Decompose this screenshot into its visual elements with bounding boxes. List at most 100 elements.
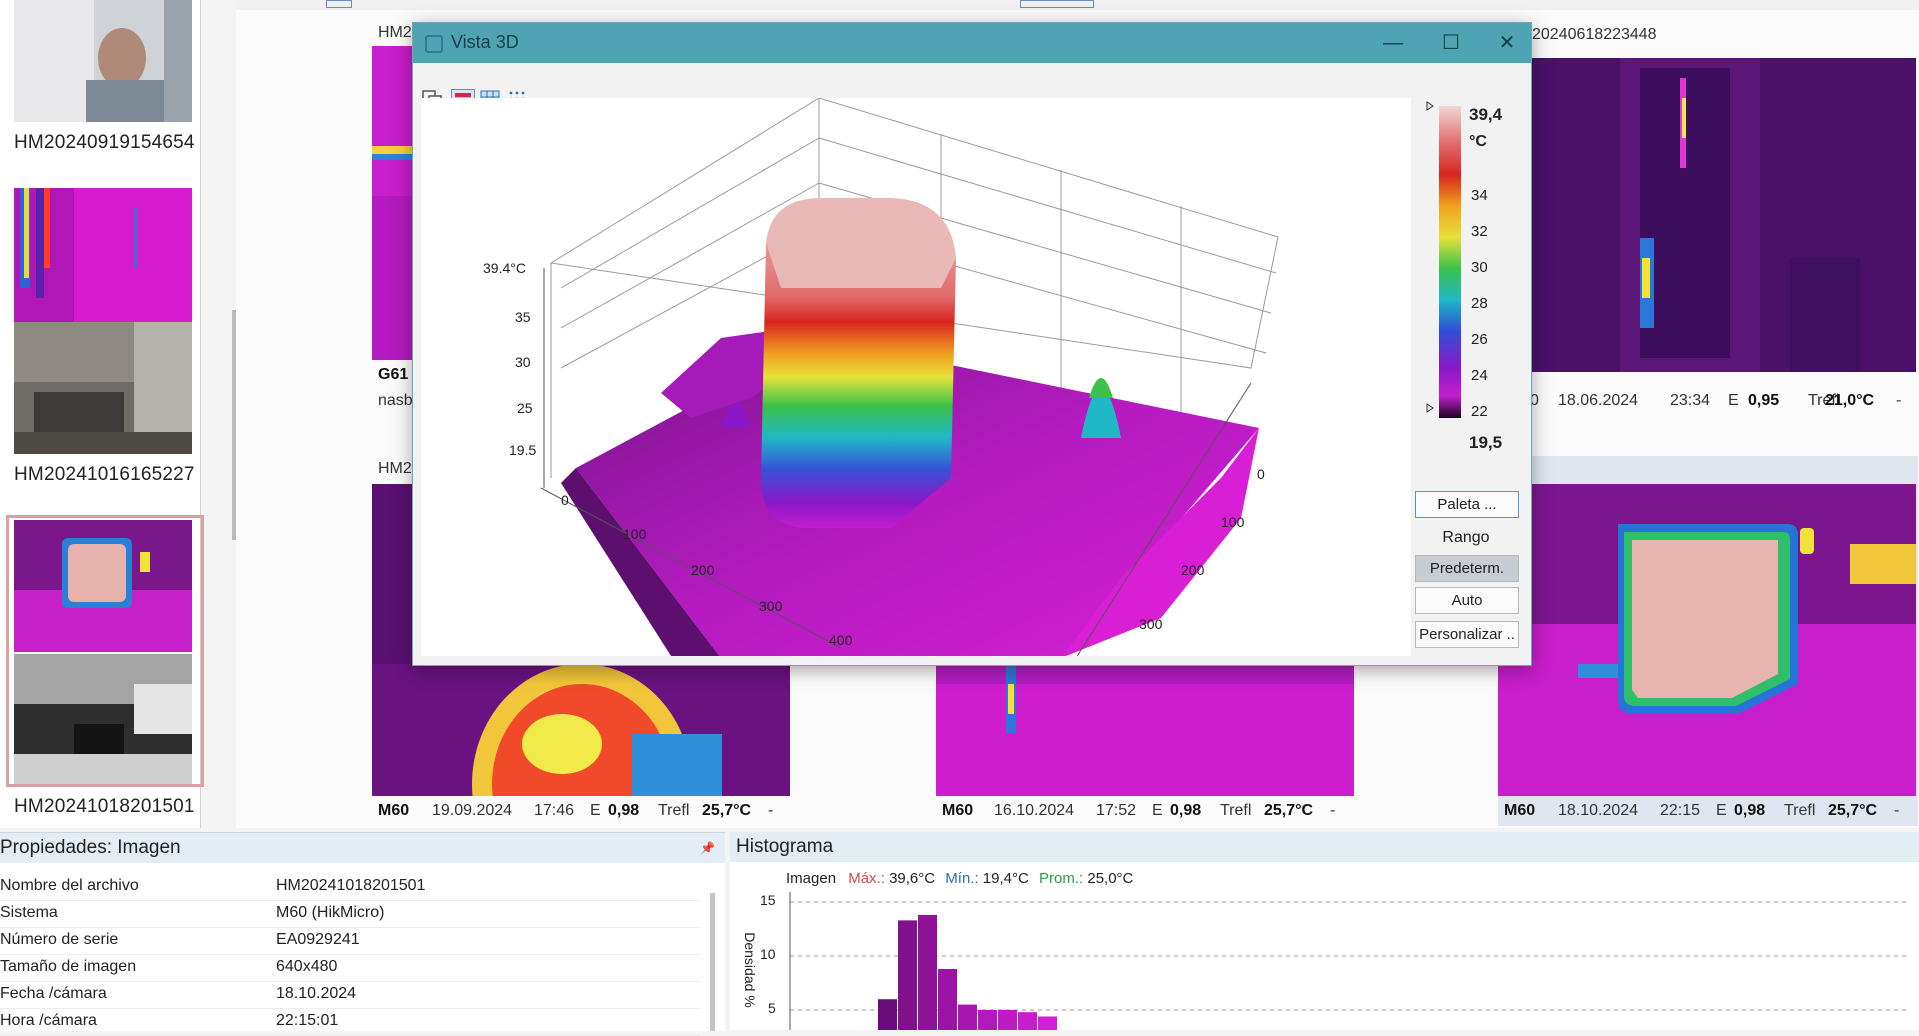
minimize-button[interactable]: — bbox=[1373, 28, 1413, 58]
custom-range-button[interactable]: Personalizar .. bbox=[1415, 621, 1519, 648]
property-row: Sistema M60 (HikMicro) bbox=[0, 900, 700, 928]
gallery-tile-2-dash: - bbox=[1896, 392, 1902, 409]
histogram-min-value: 19,4°C bbox=[982, 870, 1029, 887]
gallery-tile-7-tref-label: Trefl bbox=[1784, 802, 1816, 819]
gallery-tile-1-device: G61 bbox=[378, 366, 409, 383]
gallery-tile-7[interactable] bbox=[1498, 484, 1916, 796]
property-key: Fecha /cámara bbox=[0, 985, 107, 1002]
z-axis-label-35: 35 bbox=[515, 309, 531, 325]
thumbnail-4[interactable] bbox=[14, 520, 192, 652]
gallery-tile-5-dash: - bbox=[768, 802, 774, 819]
gallery-tile-6-time: 17:52 bbox=[1096, 802, 1137, 819]
gallery-tile-2-tref-value: 21,0°C bbox=[1825, 392, 1875, 409]
property-value: 22:15:01 bbox=[276, 1012, 339, 1029]
surface-peak-right-top bbox=[1089, 378, 1113, 398]
property-value: M60 (HikMicro) bbox=[276, 904, 385, 921]
histogram-max-label: Máx.: bbox=[848, 870, 885, 887]
gallery-tile-5-time: 17:46 bbox=[534, 802, 575, 819]
gallery-tile-2-time: 23:34 bbox=[1670, 392, 1711, 409]
z-axis-label-30: 30 bbox=[515, 354, 531, 370]
thumbnail-5-image bbox=[14, 654, 192, 784]
thumbnail-3[interactable] bbox=[14, 322, 192, 454]
gallery-tile-3-header: HM2 bbox=[378, 460, 412, 477]
histogram-bar bbox=[918, 914, 937, 1030]
property-key: Sistema bbox=[0, 904, 58, 921]
gallery-tile-6-date: 16.10.2024 bbox=[994, 802, 1075, 819]
scale-tick-32: 32 bbox=[1471, 223, 1488, 240]
gallery-tile-1-sub: nasb bbox=[378, 392, 413, 409]
toolbar-field[interactable] bbox=[1020, 0, 1094, 8]
thumbnail-2-image bbox=[14, 188, 192, 322]
property-row: Fecha /cámara 18.10.2024 bbox=[0, 981, 700, 1009]
gallery-tile-2[interactable] bbox=[1530, 58, 1916, 372]
scale-tick-24: 24 bbox=[1471, 367, 1488, 384]
scale-tick-30: 30 bbox=[1471, 259, 1488, 276]
y-axis-label-200: 200 bbox=[1181, 562, 1205, 578]
histogram-y-tick-15: 15 bbox=[760, 892, 776, 908]
histogram-stats: Imagen Máx.: 39,6°C Mín.: 19,4°C Prom.: … bbox=[786, 870, 1133, 887]
gallery-tile-5-e-label: E bbox=[590, 802, 601, 819]
scale-tick-28: 28 bbox=[1471, 295, 1488, 312]
gallery-tile-6-tref-label: Trefl bbox=[1220, 802, 1252, 819]
histogram-bar bbox=[1038, 1016, 1057, 1030]
surface-plot-area[interactable]: 39.4°C 35 30 25 19.5 0 100 200 300 400 0… bbox=[421, 97, 1411, 659]
toolbar-button[interactable] bbox=[326, 0, 352, 8]
y-axis-label-300: 300 bbox=[1139, 616, 1163, 632]
scale-tick-34: 34 bbox=[1471, 187, 1488, 204]
properties-scrollbar[interactable] bbox=[710, 893, 715, 1031]
x-axis-label-400: 400 bbox=[829, 632, 853, 648]
vista-3d-title: Vista 3D bbox=[451, 32, 519, 52]
histogram-min-label: Mín.: bbox=[945, 870, 979, 887]
thumbnail-4-label: HM20241018201501 bbox=[14, 796, 195, 817]
thumbnail-5[interactable] bbox=[14, 654, 192, 784]
x-axis-label-100: 100 bbox=[623, 526, 647, 542]
gallery-tile-5-tref-value: 25,7°C bbox=[702, 802, 752, 819]
histogram-avg-value: 25,0°C bbox=[1087, 870, 1134, 887]
histogram-y-tick-10: 10 bbox=[760, 946, 776, 962]
thumbnail-3-label: HM20241016165227 bbox=[14, 464, 195, 485]
x-axis-label-200: 200 bbox=[691, 562, 715, 578]
pin-icon[interactable]: 📌 bbox=[700, 833, 715, 863]
gallery-tile-7-device: M60 bbox=[1504, 802, 1536, 819]
histogram-bar bbox=[878, 999, 897, 1030]
property-key: Tamaño de imagen bbox=[0, 958, 137, 975]
gallery-tile-7-date: 18.10.2024 bbox=[1558, 802, 1639, 819]
histogram-avg-label: Prom.: bbox=[1039, 870, 1084, 887]
scale-tick-26: 26 bbox=[1471, 331, 1488, 348]
gallery-tile-5-tref-label: Trefl bbox=[658, 802, 690, 819]
histogram-y-label: Densidad % bbox=[741, 932, 758, 1008]
gallery-tile-6-dash: - bbox=[1330, 802, 1336, 819]
y-axis-label-100: 100 bbox=[1221, 514, 1245, 530]
property-value: EA0929241 bbox=[276, 931, 360, 948]
vista-3d-titlebar[interactable]: Vista 3D — ☐ ✕ bbox=[413, 23, 1531, 63]
x-axis-label-300: 300 bbox=[759, 598, 783, 614]
maximize-button[interactable]: ☐ bbox=[1431, 28, 1471, 58]
z-axis-label-25: 25 bbox=[517, 400, 533, 416]
scale-min: 19,5 bbox=[1469, 433, 1503, 452]
auto-range-button[interactable]: Auto bbox=[1415, 587, 1519, 614]
thumbnail-1[interactable] bbox=[14, 0, 192, 122]
gallery-tile-7-tref-value: 25,7°C bbox=[1828, 802, 1878, 819]
histogram-chart bbox=[789, 892, 1907, 1030]
gallery-tile-2-image bbox=[1530, 58, 1916, 372]
color-scale: 39,4 °C 34 32 30 28 26 24 22 19,5 bbox=[1425, 98, 1525, 498]
gallery-tile-2-date: 18.06.2024 bbox=[1558, 392, 1639, 409]
close-button[interactable]: ✕ bbox=[1487, 28, 1527, 58]
gallery-tile-2-e-label: E bbox=[1728, 392, 1739, 409]
property-row: Hora /cámara 22:15:01 bbox=[0, 1008, 700, 1036]
thumbnail-1-image bbox=[14, 0, 192, 122]
gallery-tile-2-header: 20240618223448 bbox=[1532, 26, 1657, 43]
palette-button[interactable]: Paleta ... bbox=[1415, 491, 1519, 518]
x-axis-label-0: 0 bbox=[561, 492, 569, 508]
default-range-button[interactable]: Predeterm. bbox=[1415, 555, 1519, 582]
thumbnail-strip: HM20240919154654 HM20241016165227 HM2024… bbox=[0, 0, 204, 828]
gallery-tile-2-e-value: 0,95 bbox=[1748, 392, 1780, 409]
histogram-bar bbox=[978, 1010, 997, 1030]
gallery-tile-7-image bbox=[1498, 484, 1916, 796]
thumbnail-1-label: HM20240919154654 bbox=[14, 132, 195, 153]
thumbnail-2[interactable] bbox=[14, 188, 192, 322]
range-label: Rango bbox=[1442, 529, 1490, 546]
property-row: Tamaño de imagen 640x480 bbox=[0, 954, 700, 982]
histogram-title: Histograma bbox=[736, 836, 834, 857]
histogram-bar bbox=[1018, 1012, 1037, 1030]
